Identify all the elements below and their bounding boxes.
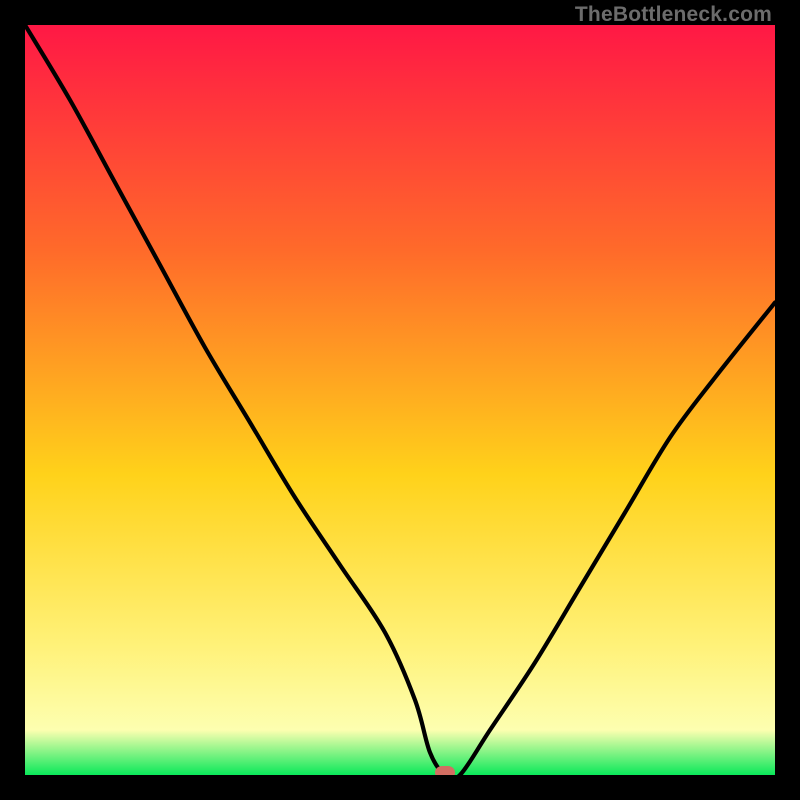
minimum-marker (435, 766, 455, 775)
watermark-text: TheBottleneck.com (575, 3, 772, 27)
chart-frame: TheBottleneck.com (0, 0, 800, 800)
chart-svg (25, 25, 775, 775)
plot-area (25, 25, 775, 775)
